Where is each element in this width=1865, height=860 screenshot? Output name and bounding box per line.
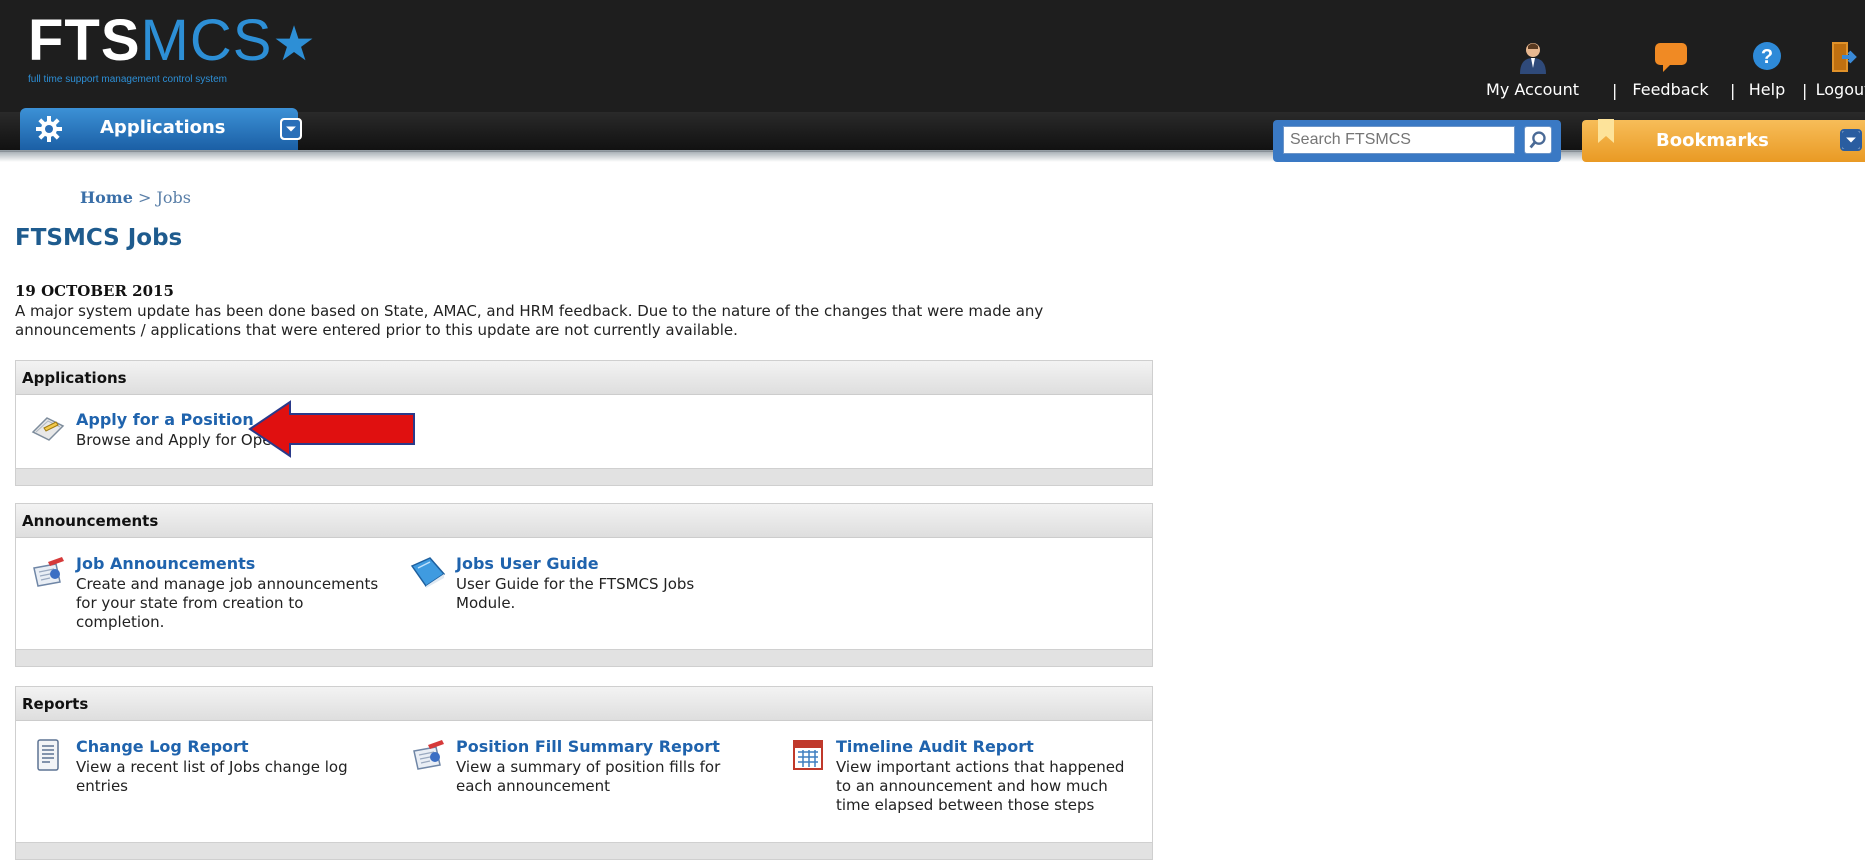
gear-icon <box>36 116 62 142</box>
applications-panel: Applications Apply for a Position Browse… <box>15 360 1153 486</box>
reports-panel-title: Reports <box>16 687 1152 721</box>
change-log-document-icon <box>37 739 59 771</box>
feedback-label: Feedback <box>1632 80 1709 99</box>
user-links: My Account | Feedback | ? Help | Logout <box>1480 40 1865 105</box>
breadcrumb-home-link[interactable]: Home <box>80 188 133 207</box>
logo-wordmark: FTSMCS★ <box>28 10 316 76</box>
bookmarks-menu-button[interactable]: Bookmarks <box>1582 119 1865 162</box>
logo-fts: FTS <box>28 8 141 73</box>
link-separator: | <box>1802 81 1808 100</box>
my-account-label: My Account <box>1486 80 1579 99</box>
feedback-link[interactable]: Feedback <box>1618 40 1723 99</box>
change-log-report-description: View a recent list of Jobs change log en… <box>76 758 348 795</box>
apply-for-position-link[interactable]: Apply for a Position <box>76 410 254 429</box>
timeline-calendar-icon <box>793 740 823 770</box>
jobs-user-guide-item[interactable]: Jobs User Guide User Guide for the FTSMC… <box>410 554 770 624</box>
user-account-icon <box>1519 43 1546 74</box>
notice-date: 19 OCTOBER 2015 <box>15 282 174 300</box>
search-input[interactable] <box>1283 126 1515 154</box>
announcements-panel: Announcements Job Announcements Create a… <box>15 503 1153 667</box>
search-box <box>1273 120 1561 162</box>
panel-footer <box>16 842 1152 859</box>
apply-position-icon <box>31 417 65 441</box>
applications-panel-title: Applications <box>16 361 1152 395</box>
applications-menu-label: Applications <box>100 117 226 138</box>
ftsmcs-logo[interactable]: FTSMCS★ full time support management con… <box>28 10 316 86</box>
site-header: FTSMCS★ full time support management con… <box>0 0 1865 162</box>
job-announcements-description: Create and manage job announcements for … <box>76 575 379 631</box>
help-question-icon: ? <box>1753 42 1781 70</box>
applications-menu-button[interactable]: Applications <box>20 108 302 150</box>
panel-footer <box>16 468 1152 485</box>
bookmark-ribbon-icon <box>1598 119 1614 143</box>
user-guide-book-icon <box>410 557 446 588</box>
timeline-audit-report-description: View important actions that happened to … <box>836 758 1125 814</box>
reports-panel: Reports Change Log Report View a recent … <box>15 686 1153 860</box>
position-fill-summary-report-item[interactable]: Position Fill Summary Report View a summ… <box>410 737 770 807</box>
timeline-audit-report-link[interactable]: Timeline Audit Report <box>836 737 1034 756</box>
notice-text: A major system update has been done base… <box>15 302 1044 339</box>
logout-label: Logout <box>1815 80 1865 99</box>
job-announcements-item[interactable]: Job Announcements Create and manage job … <box>30 554 390 644</box>
link-separator: | <box>1612 81 1618 100</box>
job-announcements-link[interactable]: Job Announcements <box>76 554 255 573</box>
position-fill-report-icon <box>413 740 444 770</box>
jobs-user-guide-description: User Guide for the FTSMCS Jobs Module. <box>456 575 695 612</box>
my-account-link[interactable]: My Account <box>1480 40 1585 99</box>
logo-mcs: MCS <box>140 8 273 73</box>
panel-footer <box>16 649 1152 666</box>
position-fill-summary-report-link[interactable]: Position Fill Summary Report <box>456 737 720 756</box>
breadcrumb: Home > Jobs <box>80 188 191 207</box>
job-announcements-icon <box>33 557 64 587</box>
bookmarks-label: Bookmarks <box>1656 130 1769 151</box>
announcements-panel-title: Announcements <box>16 504 1152 538</box>
page-title: FTSMCS Jobs <box>15 225 183 251</box>
svg-text:?: ? <box>1761 46 1773 68</box>
logout-link[interactable]: Logout <box>1813 40 1865 99</box>
change-log-report-item[interactable]: Change Log Report View a recent list of … <box>30 737 390 807</box>
link-separator: | <box>1730 81 1736 100</box>
logo-star-icon: ★ <box>272 18 317 71</box>
timeline-audit-report-item[interactable]: Timeline Audit Report View important act… <box>790 737 1130 837</box>
change-log-report-link[interactable]: Change Log Report <box>76 737 249 756</box>
feedback-speech-bubble-icon <box>1654 43 1687 72</box>
chevron-down-icon <box>1840 129 1862 151</box>
breadcrumb-current: Jobs <box>156 188 192 207</box>
position-fill-summary-report-description: View a summary of position fills for eac… <box>456 758 721 795</box>
chevron-down-icon <box>280 118 302 140</box>
jobs-user-guide-link[interactable]: Jobs User Guide <box>456 554 599 573</box>
help-link[interactable]: ? Help <box>1742 40 1792 99</box>
logout-door-icon <box>1832 42 1857 72</box>
help-label: Help <box>1748 80 1786 99</box>
breadcrumb-separator: > <box>138 188 152 207</box>
red-pointer-arrow-icon <box>248 400 415 458</box>
search-button-magnifier-icon[interactable] <box>1524 126 1552 154</box>
